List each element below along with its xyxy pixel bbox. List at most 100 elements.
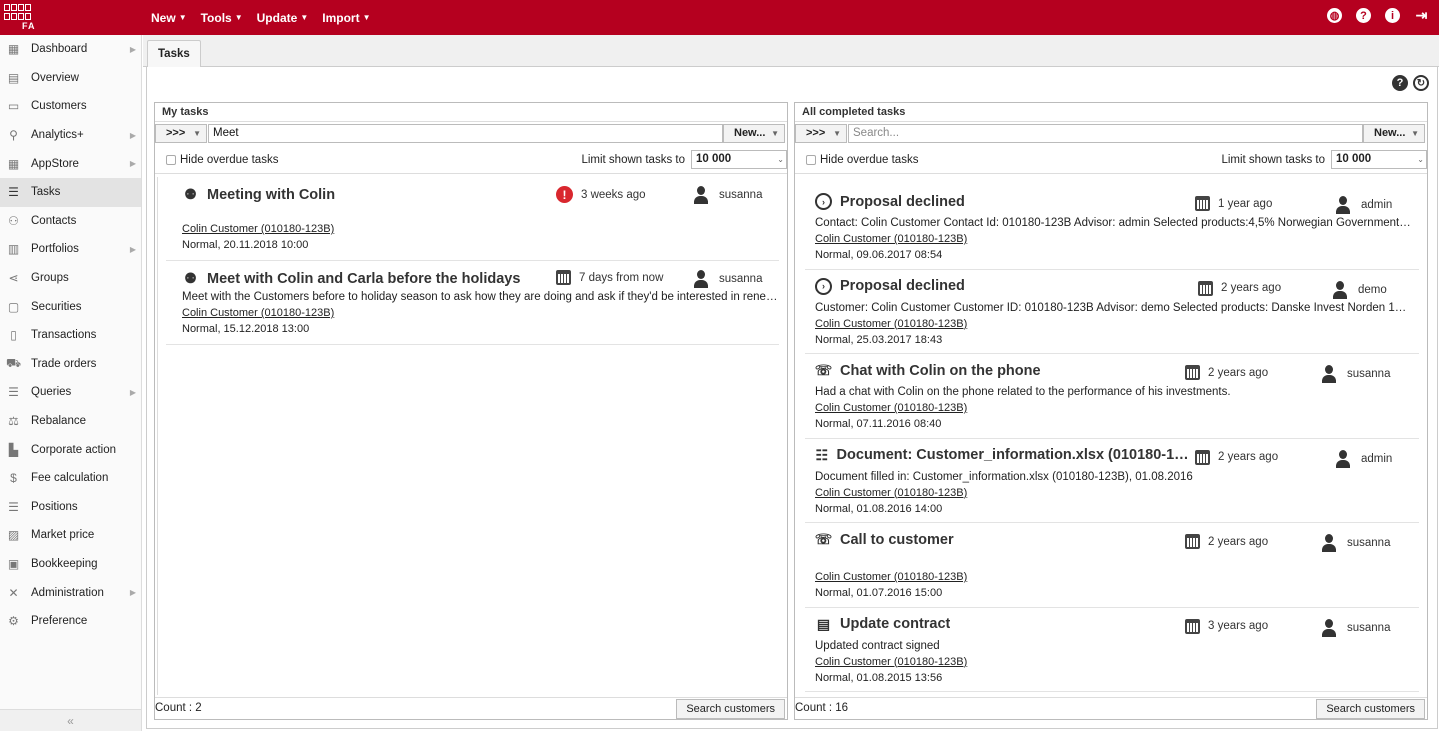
menu-update[interactable]: Update ▼ (257, 11, 309, 25)
customer-link[interactable]: Colin Customer (010180-123B) (815, 233, 967, 245)
customer-link[interactable]: Colin Customer (010180-123B) (815, 656, 967, 668)
task-title[interactable]: ▤ Update contract (815, 615, 951, 633)
task-item[interactable]: › Proposal declined 2 years ago demo Custome… (805, 268, 1419, 354)
help-icon[interactable]: ? (1356, 8, 1371, 23)
fa-logo[interactable]: FA (4, 4, 38, 31)
sidebar-item-securities[interactable]: ▢ Securities (0, 292, 141, 321)
search-input[interactable]: Meet (208, 124, 723, 143)
phone-icon: ☏ (815, 362, 833, 378)
search-row: >>> ▼ Search... New... ▼ (795, 124, 1427, 144)
customer-link[interactable]: Colin Customer (010180-123B) (815, 318, 967, 330)
task-title[interactable]: ☏ Call to customer (815, 531, 954, 548)
refresh-icon[interactable]: ↻ (1413, 75, 1429, 91)
sidebar-item-tasks[interactable]: ☰ Tasks (0, 177, 141, 207)
menu-tools[interactable]: Tools ▼ (201, 11, 243, 25)
queries-icon: ☰ (8, 385, 19, 400)
help-icon[interactable]: ? (1392, 75, 1408, 91)
positions-icon: ☰ (8, 499, 19, 514)
task-title[interactable]: ☷ Document: Customer_information.xlsx (01… (815, 447, 1195, 464)
user-icon (693, 270, 709, 288)
logout-icon[interactable]: ⇥ (1414, 7, 1429, 23)
info-icon[interactable]: i (1385, 8, 1400, 23)
sidebar-item-bookkeeping[interactable]: ▣ Bookkeeping (0, 550, 141, 579)
search-input[interactable]: Search... (848, 124, 1363, 143)
sidebar-item-queries[interactable]: ☰ Queries ▶ (0, 378, 141, 407)
new-task-button[interactable]: New... ▼ (723, 124, 785, 143)
sidebar-item-preference[interactable]: ⚙ Preference (0, 607, 141, 636)
task-meta: Normal, 07.11.2016 08:40 (815, 418, 942, 430)
sidebar-item-corporate-action[interactable]: ▙ Corporate action (0, 435, 141, 464)
sidebar-item-fee-calculation[interactable]: $ Fee calculation (0, 464, 141, 493)
task-item[interactable]: ⚉ Meet with Colin and Carla before the ho… (166, 261, 780, 345)
sidebar-item-overview[interactable]: ▤ Overview (0, 64, 141, 93)
new-task-button[interactable]: New... ▼ (1363, 124, 1425, 143)
checkbox-box[interactable] (166, 155, 176, 165)
task-title[interactable]: › Proposal declined (815, 193, 965, 210)
sidebar-item-groups[interactable]: ⋖ Groups (0, 264, 141, 293)
limit-select[interactable]: 10 000 ⌄ (691, 150, 787, 169)
task-description: Updated contract signed (815, 639, 940, 652)
sidebar-item-label: Contacts (31, 214, 77, 227)
sidebar-item-label: Analytics+ (31, 129, 84, 142)
sidebar-item-dashboard[interactable]: ▦ Dashboard ▶ (0, 35, 141, 64)
task-item[interactable]: ⚉ Meeting with Colin ! 3 weeks ago susanna Co… (166, 177, 779, 261)
limit-select[interactable]: 10 000 ⌄ (1331, 150, 1427, 169)
task-description: Document filled in: Customer_information… (815, 470, 1193, 483)
sidebar-item-market-price[interactable]: ▨ Market price (0, 521, 141, 550)
filter-row: Hide overdue tasks Limit shown tasks to … (795, 144, 1427, 174)
task-title[interactable]: ☏ Chat with Colin on the phone (815, 362, 1041, 379)
sidebar-item-rebalance[interactable]: ⚖ Rebalance (0, 407, 141, 436)
sidebar-item-positions[interactable]: ☰ Positions (0, 493, 141, 522)
sidebar-item-appstore[interactable]: ▦ AppStore ▶ (0, 149, 141, 178)
task-item[interactable]: ☏ Call to customer 2 years ago susanna Colin… (805, 522, 1419, 608)
filter-select[interactable]: >>> ▼ (795, 124, 847, 143)
sidebar-item-customers[interactable]: ▭ Customers (0, 92, 141, 121)
sidebar-item-analytics[interactable]: ⚲ Analytics+ ▶ (0, 121, 141, 150)
globe-icon[interactable]: ◍ (1327, 8, 1342, 23)
filter-row: Hide overdue tasks Limit shown tasks to … (155, 144, 787, 174)
task-description: Contact: Colin Customer Contact Id: 0101… (815, 217, 1411, 229)
document-icon: ▤ (816, 615, 831, 632)
sidebar-item-trade-orders[interactable]: ⛟ Trade orders (0, 350, 141, 379)
task-title[interactable]: ⚉ Meet with Colin and Carla before the ho… (182, 270, 520, 287)
sidebar-item-contacts[interactable]: ⚇ Contacts (0, 207, 141, 236)
hide-overdue-checkbox[interactable]: Hide overdue tasks (166, 154, 278, 166)
hide-overdue-checkbox[interactable]: Hide overdue tasks (806, 154, 918, 166)
search-customers-button[interactable]: Search customers (676, 699, 785, 719)
menu-new[interactable]: New ▼ (151, 11, 187, 25)
task-title[interactable]: ⚉ Meeting with Colin (182, 186, 335, 203)
task-item[interactable]: ☏ Chat with Colin on the phone 2 years ago… (805, 353, 1419, 439)
task-count: Count : 2 (155, 702, 202, 714)
customer-link[interactable]: Colin Customer (010180-123B) (182, 223, 334, 235)
task-item[interactable]: ▤ Update contract 3 years ago susanna Update… (805, 606, 1419, 692)
task-assignee: susanna (1321, 365, 1390, 383)
dashboard-icon: ▦ (7, 42, 20, 57)
search-customers-button[interactable]: Search customers (1316, 699, 1425, 719)
calendar-icon (1195, 449, 1210, 465)
task-meta: Normal, 25.03.2017 18:43 (815, 333, 943, 346)
collapse-sidebar-button[interactable]: « (0, 709, 141, 731)
menu-import[interactable]: Import ▼ (322, 11, 370, 25)
task-item[interactable]: ☷ Document: Customer_information.xlsx (01… (805, 437, 1419, 523)
sidebar-item-portfolios[interactable]: ▥ Portfolios ▶ (0, 235, 141, 264)
checkbox-box[interactable] (806, 155, 816, 165)
tab-tasks[interactable]: Tasks (147, 40, 201, 68)
task-due: ! 3 weeks ago (556, 186, 646, 203)
customer-link[interactable]: Colin Customer (010180-123B) (815, 402, 967, 414)
task-assignee: susanna (693, 270, 762, 288)
sidebar-item-transactions[interactable]: ▯ Transactions (0, 321, 141, 350)
customer-link[interactable]: Colin Customer (010180-123B) (815, 571, 967, 583)
task-item[interactable]: › Proposal declined 1 year ago admin Contact… (805, 185, 1419, 270)
sidebar-item-administration[interactable]: ✕ Administration ▶ (0, 578, 141, 607)
limit-label: Limit shown tasks to (1221, 154, 1325, 166)
filter-select[interactable]: >>> ▼ (155, 124, 207, 143)
customer-link[interactable]: Colin Customer (010180-123B) (815, 487, 967, 499)
task-title[interactable]: › Proposal declined (815, 277, 965, 295)
people-icon: ⚉ (184, 270, 197, 286)
panel-title: My tasks (155, 103, 787, 122)
task-assignee: admin (1335, 196, 1392, 214)
task-assignee: susanna (1321, 618, 1390, 637)
user-icon (1332, 280, 1348, 299)
sidebar-item-label: Customers (31, 100, 87, 113)
customer-link[interactable]: Colin Customer (010180-123B) (182, 307, 334, 319)
